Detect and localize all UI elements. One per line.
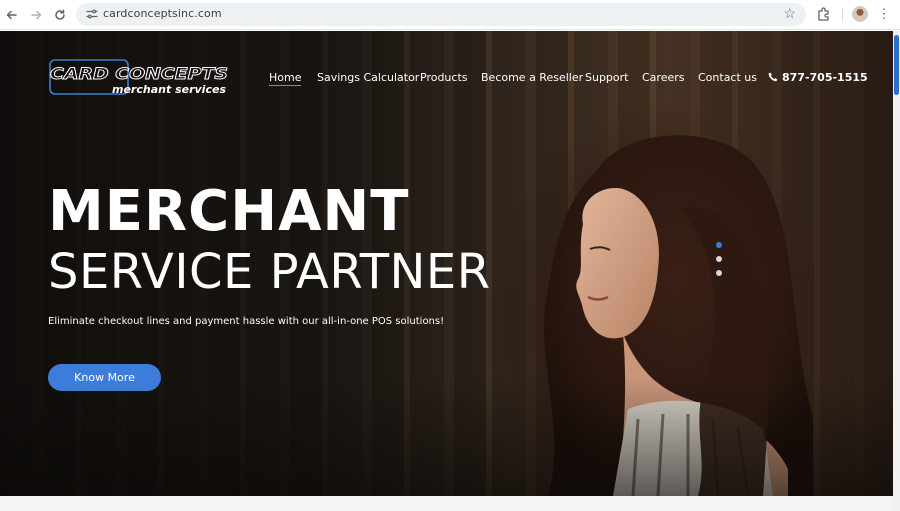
logo-line2: merchant services — [112, 84, 226, 96]
toolbar-divider — [842, 8, 843, 22]
extensions-icon[interactable] — [816, 6, 832, 22]
url-text[interactable]: cardconceptsinc.com — [103, 7, 222, 20]
nav-home[interactable]: Home — [269, 71, 302, 86]
star-icon[interactable]: ☆ — [783, 5, 796, 22]
know-more-button[interactable]: Know More — [48, 364, 161, 391]
slider-dot-1[interactable] — [716, 242, 722, 248]
reload-icon[interactable] — [51, 6, 69, 24]
hero-headline-line2: SERVICE PARTNER — [48, 244, 491, 300]
nav-products[interactable]: Products — [420, 71, 468, 84]
nav-contact-us[interactable]: Contact us — [698, 71, 757, 84]
phone-number: 877-705-1515 — [782, 71, 868, 84]
hero-subtext: Eliminate checkout lines and payment has… — [48, 316, 445, 327]
scrollbar-thumb[interactable] — [894, 35, 899, 95]
nav-careers[interactable]: Careers — [642, 71, 685, 84]
logo-line1: CARD CONCEPTS — [50, 64, 228, 83]
hero-headline-line1: MERCHANT — [48, 179, 410, 244]
slider-dot-3[interactable] — [716, 270, 722, 276]
site-settings-icon[interactable] — [85, 7, 99, 21]
profile-avatar[interactable] — [852, 6, 868, 22]
phone-link[interactable]: 877-705-1515 — [768, 71, 868, 84]
nav-become-reseller[interactable]: Become a Reseller — [481, 71, 583, 84]
hero-section: CARD CONCEPTS merchant services Home Sav… — [0, 31, 893, 496]
card-concepts-logo[interactable]: CARD CONCEPTS merchant services — [48, 58, 230, 98]
next-section — [0, 496, 893, 511]
page-scrollbar[interactable] — [893, 31, 900, 511]
nav-support[interactable]: Support — [585, 71, 628, 84]
phone-icon — [768, 72, 778, 82]
slider-dots — [716, 242, 724, 282]
address-bar[interactable]: cardconceptsinc.com ☆ — [76, 3, 806, 26]
back-icon[interactable] — [3, 6, 21, 24]
slider-dot-2[interactable] — [716, 256, 722, 262]
browser-toolbar: cardconceptsinc.com ☆ ⋮ — [0, 0, 900, 30]
nav-savings-calculator[interactable]: Savings Calculator — [317, 71, 419, 84]
hero-overlay — [0, 376, 893, 496]
forward-icon[interactable] — [27, 6, 45, 24]
kebab-menu-icon[interactable]: ⋮ — [877, 6, 891, 24]
